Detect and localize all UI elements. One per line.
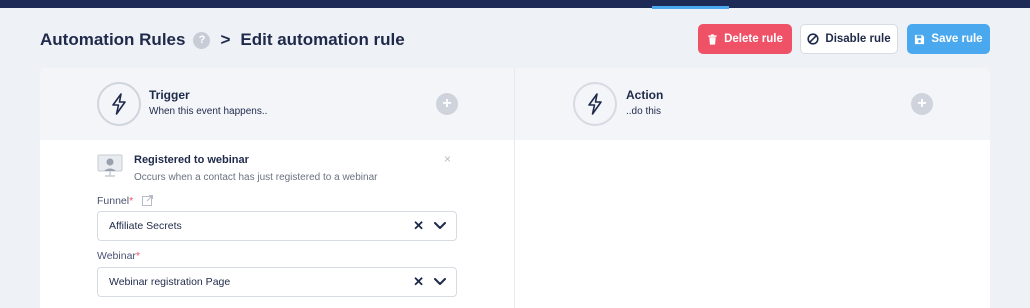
panel-header — [40, 68, 990, 140]
delete-rule-label: Delete rule — [724, 33, 783, 45]
disable-rule-label: Disable rule — [825, 33, 891, 45]
chevron-down-icon[interactable] — [434, 222, 446, 230]
action-title: Action — [626, 88, 664, 102]
funnel-label-text: Funnel — [97, 195, 130, 207]
save-rule-label: Save rule — [931, 33, 983, 45]
active-nav-indicator — [652, 6, 729, 9]
funnel-select[interactable]: Affiliate Secrets ✕ — [97, 211, 457, 241]
funnel-select-value: Affiliate Secrets — [109, 220, 182, 232]
rule-editor-panel: Trigger When this event happens.. + Acti… — [40, 68, 990, 308]
breadcrumb-automation-rules[interactable]: Automation Rules — [40, 30, 185, 50]
funnel-field-label: Funnel* — [97, 195, 154, 207]
page-title: Edit automation rule — [240, 30, 405, 49]
trigger-subtitle: When this event happens.. — [149, 106, 268, 117]
event-description: Occurs when a contact has just registere… — [134, 172, 378, 183]
remove-event-close-icon[interactable]: × — [444, 152, 451, 166]
webinar-clear-icon[interactable]: ✕ — [413, 274, 424, 290]
webinar-label-text: Webinar — [97, 250, 136, 262]
ban-icon — [807, 33, 819, 45]
delete-rule-button[interactable]: Delete rule — [698, 24, 792, 54]
trigger-bolt-icon — [97, 82, 141, 126]
webinar-required-mark: * — [135, 250, 141, 262]
webinar-select[interactable]: Webinar registration Page ✕ — [97, 267, 457, 297]
page-header: Automation Rules ? > Edit automation rul… — [40, 28, 405, 52]
trigger-title: Trigger — [149, 88, 190, 102]
breadcrumb-separator: > — [220, 30, 231, 49]
add-action-button[interactable]: + — [911, 93, 933, 115]
save-icon — [915, 34, 925, 44]
help-icon[interactable]: ? — [193, 31, 211, 49]
add-trigger-button[interactable]: + — [436, 93, 458, 115]
column-divider — [514, 68, 515, 308]
webinar-icon — [97, 154, 123, 183]
funnel-clear-icon[interactable]: ✕ — [413, 218, 424, 234]
funnel-required-mark: * — [129, 195, 134, 207]
disable-rule-button[interactable]: Disable rule — [800, 24, 898, 54]
webinar-select-value: Webinar registration Page — [109, 276, 231, 288]
webinar-field-label: Webinar* — [97, 250, 140, 262]
top-nav-bar — [0, 0, 1030, 9]
event-title: Registered to webinar — [134, 154, 249, 166]
action-subtitle: ..do this — [626, 106, 662, 117]
chevron-down-icon[interactable] — [434, 278, 446, 286]
external-link-icon[interactable] — [142, 195, 154, 206]
save-rule-button[interactable]: Save rule — [907, 24, 990, 54]
action-bolt-icon — [573, 82, 617, 126]
trash-icon — [708, 33, 717, 45]
